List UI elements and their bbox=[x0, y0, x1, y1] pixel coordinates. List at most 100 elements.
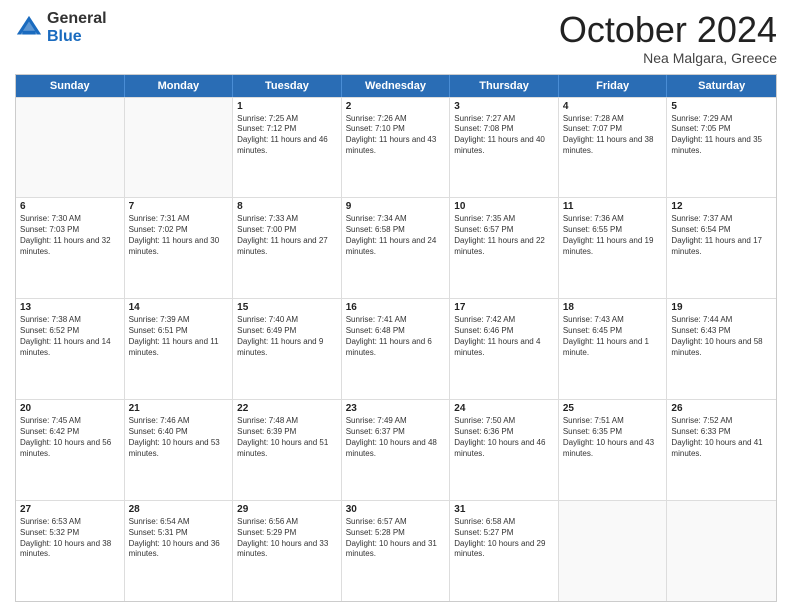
cell-text: Sunrise: 7:30 AMSunset: 7:03 PMDaylight:… bbox=[20, 214, 120, 257]
day-number: 26 bbox=[671, 403, 772, 414]
cell-text: Sunrise: 7:43 AMSunset: 6:45 PMDaylight:… bbox=[563, 315, 663, 358]
cell-text: Sunrise: 6:53 AMSunset: 5:32 PMDaylight:… bbox=[20, 517, 120, 560]
calendar-cell-r0-c3: 2Sunrise: 7:26 AMSunset: 7:10 PMDaylight… bbox=[342, 98, 451, 198]
cell-text: Sunrise: 7:46 AMSunset: 6:40 PMDaylight:… bbox=[129, 416, 229, 459]
cell-text: Sunrise: 7:31 AMSunset: 7:02 PMDaylight:… bbox=[129, 214, 229, 257]
calendar-cell-r4-c1: 28Sunrise: 6:54 AMSunset: 5:31 PMDayligh… bbox=[125, 501, 234, 601]
day-number: 4 bbox=[563, 101, 663, 112]
calendar-cell-r3-c6: 26 Sunrise: 7:52 AMSunset: 6:33 PMDayligh… bbox=[667, 400, 776, 500]
location: Nea Malgara, Greece bbox=[559, 50, 777, 66]
day-number: 19 bbox=[671, 302, 772, 313]
cell-text: Sunrise: 6:58 AMSunset: 5:27 PMDaylight:… bbox=[454, 517, 554, 560]
day-number: 31 bbox=[454, 504, 554, 515]
logo: General Blue bbox=[15, 10, 107, 45]
cell-text: Sunrise: 7:25 AMSunset: 7:12 PMDaylight:… bbox=[237, 114, 337, 157]
calendar-cell-r1-c0: 6Sunrise: 7:30 AMSunset: 7:03 PMDaylight… bbox=[16, 198, 125, 298]
day-number: 14 bbox=[129, 302, 229, 313]
day-number: 30 bbox=[346, 504, 446, 515]
title-block: October 2024 Nea Malgara, Greece bbox=[559, 10, 777, 66]
logo-general-text: General bbox=[47, 10, 107, 28]
calendar-cell-r0-c6: 5 Sunrise: 7:29 AMSunset: 7:05 PMDaylight… bbox=[667, 98, 776, 198]
cell-text: Sunrise: 6:56 AMSunset: 5:29 PMDaylight:… bbox=[237, 517, 337, 560]
calendar-cell-r3-c4: 24 Sunrise: 7:50 AMSunset: 6:36 PMDayligh… bbox=[450, 400, 559, 500]
page: General Blue October 2024 Nea Malgara, G… bbox=[0, 0, 792, 612]
cell-text: Sunrise: 7:38 AMSunset: 6:52 PMDaylight:… bbox=[20, 315, 120, 358]
calendar-cell-r1-c1: 7 Sunrise: 7:31 AMSunset: 7:02 PMDaylight… bbox=[125, 198, 234, 298]
logo-text: General Blue bbox=[47, 10, 107, 45]
calendar-cell-r3-c5: 25 Sunrise: 7:51 AMSunset: 6:35 PMDayligh… bbox=[559, 400, 668, 500]
calendar-cell-r3-c2: 22 Sunrise: 7:48 AMSunset: 6:39 PMDayligh… bbox=[233, 400, 342, 500]
day-number: 21 bbox=[129, 403, 229, 414]
calendar-cell-r1-c6: 12 Sunrise: 7:37 AMSunset: 6:54 PMDayligh… bbox=[667, 198, 776, 298]
calendar-cell-r1-c3: 9Sunrise: 7:34 AMSunset: 6:58 PMDaylight… bbox=[342, 198, 451, 298]
day-number: 20 bbox=[20, 403, 120, 414]
cell-text: Sunrise: 7:27 AMSunset: 7:08 PMDaylight:… bbox=[454, 114, 554, 157]
cell-text: Sunrise: 7:44 AMSunset: 6:43 PMDaylight:… bbox=[671, 315, 772, 358]
day-number: 7 bbox=[129, 201, 229, 212]
calendar-cell-r2-c3: 16Sunrise: 7:41 AMSunset: 6:48 PMDayligh… bbox=[342, 299, 451, 399]
calendar-cell-r0-c1 bbox=[125, 98, 234, 198]
cell-text: Sunrise: 7:40 AMSunset: 6:49 PMDaylight:… bbox=[237, 315, 337, 358]
calendar-row-1: 6Sunrise: 7:30 AMSunset: 7:03 PMDaylight… bbox=[16, 197, 776, 298]
day-number: 24 bbox=[454, 403, 554, 414]
calendar-cell-r1-c5: 11Sunrise: 7:36 AMSunset: 6:55 PMDayligh… bbox=[559, 198, 668, 298]
day-number: 16 bbox=[346, 302, 446, 313]
calendar-row-3: 20 Sunrise: 7:45 AMSunset: 6:42 PMDayligh… bbox=[16, 399, 776, 500]
weekday-header-tuesday: Tuesday bbox=[233, 75, 342, 97]
cell-text: Sunrise: 7:48 AMSunset: 6:39 PMDaylight:… bbox=[237, 416, 337, 459]
calendar-cell-r0-c4: 3 Sunrise: 7:27 AMSunset: 7:08 PMDaylight… bbox=[450, 98, 559, 198]
day-number: 1 bbox=[237, 101, 337, 112]
weekday-header-saturday: Saturday bbox=[667, 75, 776, 97]
day-number: 5 bbox=[671, 101, 772, 112]
day-number: 28 bbox=[129, 504, 229, 515]
cell-text: Sunrise: 7:52 AMSunset: 6:33 PMDaylight:… bbox=[671, 416, 772, 459]
day-number: 25 bbox=[563, 403, 663, 414]
calendar-row-0: 1 Sunrise: 7:25 AMSunset: 7:12 PMDaylight… bbox=[16, 97, 776, 198]
calendar-body: 1 Sunrise: 7:25 AMSunset: 7:12 PMDaylight… bbox=[16, 97, 776, 601]
day-number: 3 bbox=[454, 101, 554, 112]
cell-text: Sunrise: 7:35 AMSunset: 6:57 PMDaylight:… bbox=[454, 214, 554, 257]
cell-text: Sunrise: 7:37 AMSunset: 6:54 PMDaylight:… bbox=[671, 214, 772, 257]
calendar-cell-r2-c5: 18 Sunrise: 7:43 AMSunset: 6:45 PMDayligh… bbox=[559, 299, 668, 399]
day-number: 12 bbox=[671, 201, 772, 212]
cell-text: Sunrise: 7:33 AMSunset: 7:00 PMDaylight:… bbox=[237, 214, 337, 257]
weekday-header-monday: Monday bbox=[125, 75, 234, 97]
cell-text: Sunrise: 7:45 AMSunset: 6:42 PMDaylight:… bbox=[20, 416, 120, 459]
day-number: 15 bbox=[237, 302, 337, 313]
header: General Blue October 2024 Nea Malgara, G… bbox=[15, 10, 777, 66]
calendar-cell-r4-c5 bbox=[559, 501, 668, 601]
cell-text: Sunrise: 7:50 AMSunset: 6:36 PMDaylight:… bbox=[454, 416, 554, 459]
cell-text: Sunrise: 7:29 AMSunset: 7:05 PMDaylight:… bbox=[671, 114, 772, 157]
calendar-cell-r4-c3: 30 Sunrise: 6:57 AMSunset: 5:28 PMDayligh… bbox=[342, 501, 451, 601]
calendar-cell-r0-c2: 1 Sunrise: 7:25 AMSunset: 7:12 PMDaylight… bbox=[233, 98, 342, 198]
cell-text: Sunrise: 7:49 AMSunset: 6:37 PMDaylight:… bbox=[346, 416, 446, 459]
calendar-cell-r3-c1: 21 Sunrise: 7:46 AMSunset: 6:40 PMDayligh… bbox=[125, 400, 234, 500]
calendar-cell-r4-c2: 29 Sunrise: 6:56 AMSunset: 5:29 PMDayligh… bbox=[233, 501, 342, 601]
day-number: 23 bbox=[346, 403, 446, 414]
calendar-row-4: 27 Sunrise: 6:53 AMSunset: 5:32 PMDayligh… bbox=[16, 500, 776, 601]
calendar-cell-r0-c0 bbox=[16, 98, 125, 198]
day-number: 29 bbox=[237, 504, 337, 515]
cell-text: Sunrise: 7:28 AMSunset: 7:07 PMDaylight:… bbox=[563, 114, 663, 157]
month-title: October 2024 bbox=[559, 10, 777, 50]
calendar-cell-r2-c2: 15 Sunrise: 7:40 AMSunset: 6:49 PMDayligh… bbox=[233, 299, 342, 399]
calendar-cell-r4-c4: 31 Sunrise: 6:58 AMSunset: 5:27 PMDayligh… bbox=[450, 501, 559, 601]
day-number: 11 bbox=[563, 201, 663, 212]
day-number: 18 bbox=[563, 302, 663, 313]
calendar-cell-r3-c3: 23 Sunrise: 7:49 AMSunset: 6:37 PMDayligh… bbox=[342, 400, 451, 500]
cell-text: Sunrise: 7:51 AMSunset: 6:35 PMDaylight:… bbox=[563, 416, 663, 459]
day-number: 8 bbox=[237, 201, 337, 212]
day-number: 17 bbox=[454, 302, 554, 313]
day-number: 13 bbox=[20, 302, 120, 313]
day-number: 22 bbox=[237, 403, 337, 414]
calendar-cell-r4-c0: 27 Sunrise: 6:53 AMSunset: 5:32 PMDayligh… bbox=[16, 501, 125, 601]
calendar-cell-r2-c4: 17Sunrise: 7:42 AMSunset: 6:46 PMDayligh… bbox=[450, 299, 559, 399]
day-number: 2 bbox=[346, 101, 446, 112]
day-number: 27 bbox=[20, 504, 120, 515]
weekday-header-sunday: Sunday bbox=[16, 75, 125, 97]
calendar-cell-r3-c0: 20 Sunrise: 7:45 AMSunset: 6:42 PMDayligh… bbox=[16, 400, 125, 500]
weekday-header-wednesday: Wednesday bbox=[342, 75, 451, 97]
cell-text: Sunrise: 6:57 AMSunset: 5:28 PMDaylight:… bbox=[346, 517, 446, 560]
logo-icon bbox=[15, 14, 43, 42]
calendar-cell-r0-c5: 4 Sunrise: 7:28 AMSunset: 7:07 PMDaylight… bbox=[559, 98, 668, 198]
